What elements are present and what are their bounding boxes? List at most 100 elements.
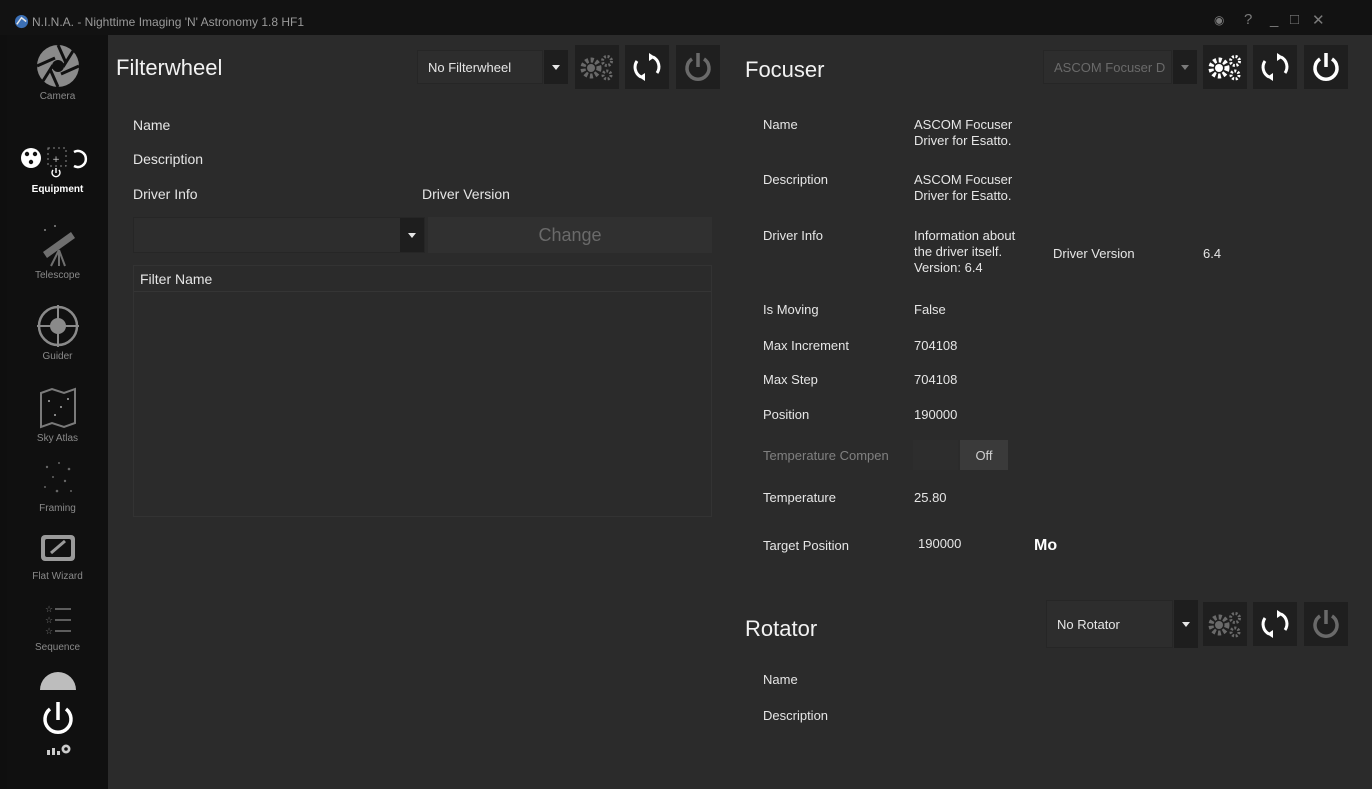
focuser-disconnect-button[interactable] [1304,45,1348,89]
sidebar-item-label: Sky Atlas [36,433,79,444]
svg-text:☆: ☆ [45,616,53,626]
power-icon [42,702,73,734]
filterwheel-title: Filterwheel [116,55,223,80]
sidebar-item-options[interactable] [7,741,108,757]
filter-select[interactable] [133,217,425,253]
focuser-settings-button[interactable] [1203,45,1247,89]
gears-icon [1208,612,1241,638]
focuser-name-label: Name [763,117,798,132]
disconnect-all-button[interactable] [7,700,108,740]
crosshair-icon [36,305,79,347]
chevron-down-icon [408,232,416,238]
svg-text:+: + [52,155,60,165]
rotator-device-select[interactable]: No Rotator [1046,600,1173,648]
rotator-name-label: Name [763,672,798,687]
refresh-icon [1261,610,1289,638]
focuser-max-step-label: Max Step [763,372,818,387]
change-filter-button[interactable]: Change [428,217,712,253]
filterwheel-device-select[interactable]: No Filterwheel [417,50,543,84]
nina-logo-icon [14,14,29,29]
focuser-is-moving-label: Is Moving [763,302,819,317]
sidebar-item-imaging[interactable] [7,668,108,692]
focuser-temperature-value: 25.80 [914,490,947,505]
sidebar-item-label: Camera [39,91,76,102]
filter-dropdown[interactable] [400,218,424,252]
sidebar-item-framing[interactable]: Framing [7,455,108,514]
flat-panel-icon [40,535,75,561]
focuser-position-label: Position [763,407,810,422]
rotator-title: Rotator [745,616,818,641]
dome-icon [39,672,76,690]
sidebar-item-sky-atlas[interactable]: Sky Atlas [7,385,108,444]
rotator-device-value: No Rotator [1057,616,1120,632]
filterwheel-driver-version-label: Driver Version [422,186,510,202]
focuser-driver-version-label: Driver Version [1053,246,1135,261]
power-icon [1313,53,1339,81]
sidebar-item-label: Sequence [34,642,81,653]
focuser-name-value: ASCOM Focuser Driver for Esatto. [914,117,1013,148]
sidebar-item-label: Flat Wizard [32,571,83,582]
focuser-device-select[interactable]: ASCOM Focuser D [1043,50,1172,84]
refresh-icon [633,53,661,81]
title-bar: N.I.N.A. - Nighttime Imaging 'N' Astrono… [0,0,1372,35]
filter-table: Filter Name [133,265,712,517]
sky-map-icon [39,387,76,429]
focuser-max-step-value: 704108 [914,372,958,387]
rotator-refresh-button[interactable] [1253,602,1297,646]
sidebar: Camera + Equipment Telescope Guider Sky … [7,35,108,789]
sidebar-item-camera[interactable]: Camera [7,43,108,102]
filterwheel-driver-info-label: Driver Info [133,186,198,202]
sidebar-item-flat-wizard[interactable]: Flat Wizard [7,529,108,582]
focuser-device-dropdown[interactable] [1173,50,1197,84]
focuser-device-value: ASCOM Focuser D [1054,59,1166,75]
refresh-icon [1261,53,1289,81]
list-icon: ☆ ☆ ☆ [45,605,71,637]
rotator-device-dropdown[interactable] [1174,600,1198,648]
telescope-icon [42,225,75,267]
temp-comp-toggle[interactable]: Off [960,440,1008,470]
focuser-temperature-label: Temperature [763,490,836,505]
sidebar-item-label: Telescope [34,270,81,281]
rotator-settings-button[interactable] [1203,602,1247,646]
sidebar-item-label: Equipment [31,184,84,195]
sidebar-item-guider[interactable]: Guider [7,303,108,362]
sidebar-item-label: Framing [39,503,76,514]
focuser-title: Focuser [745,57,825,82]
sidebar-item-telescope[interactable]: Telescope [7,222,108,281]
focuser-description-label: Description [763,172,829,187]
sidebar-item-equipment[interactable]: + Equipment [7,140,108,195]
filterwheel-settings-button[interactable] [575,45,619,89]
stars-icon [43,462,72,493]
power-icon [685,53,711,81]
power-icon [1313,610,1339,638]
rotator-connect-button[interactable] [1304,602,1348,646]
filterwheel-name-label: Name [133,117,171,133]
help-icon[interactable]: ? [1244,11,1252,28]
focuser-max-increment-value: 704108 [914,338,958,353]
focuser-driver-info-label: Driver Info [763,228,823,243]
filterwheel-device-dropdown[interactable] [544,50,568,84]
move-button[interactable]: Mo [1030,530,1058,562]
sidebar-item-sequence[interactable]: ☆ ☆ ☆ Sequence [7,600,108,653]
maximize-icon[interactable]: □ [1290,11,1299,28]
target-position-input[interactable]: 190000 [913,528,1023,560]
focuser-position-value: 190000 [914,407,958,422]
focuser-driver-info-value: Information about the driver itself. Ver… [914,228,1016,275]
focuser-refresh-button[interactable] [1253,45,1297,89]
temp-comp-toggle-track[interactable] [913,440,958,470]
svg-text:☆: ☆ [45,627,53,637]
filterwheel-refresh-button[interactable] [625,45,669,89]
window-title: N.I.N.A. - Nighttime Imaging 'N' Astrono… [32,15,305,29]
close-icon[interactable]: ✕ [1312,11,1325,29]
chevron-down-icon [1182,621,1190,627]
rotator-description-label: Description [763,708,829,723]
filterwheel-description-label: Description [133,151,204,167]
equipment-icon: + [20,147,87,178]
gears-icon [580,55,613,81]
filterwheel-device-value: No Filterwheel [428,59,512,75]
svg-text:☆: ☆ [45,605,53,615]
focuser-is-moving-value: False [914,302,946,317]
filterwheel-connect-button[interactable] [676,45,720,89]
eye-icon[interactable]: ◉ [1214,13,1224,27]
minimize-icon[interactable]: _ [1270,11,1278,28]
